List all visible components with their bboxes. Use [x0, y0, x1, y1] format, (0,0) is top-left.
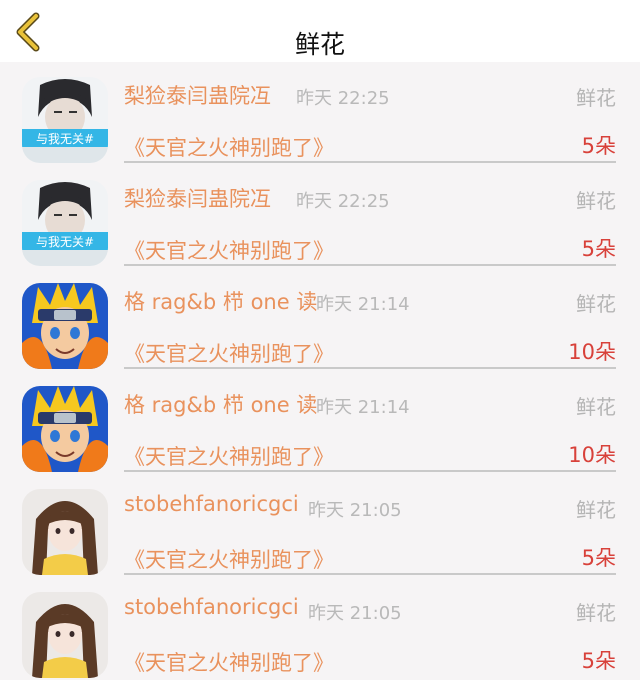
- flower-count: 5朵: [581, 134, 616, 158]
- timestamp: 昨天 21:14: [316, 397, 410, 418]
- page-title: 鲜花: [294, 30, 345, 59]
- svg-text:与我无关#: 与我无关#: [36, 132, 94, 146]
- gift-type: 鲜花: [576, 498, 616, 522]
- timestamp: 昨天 22:25: [296, 88, 390, 109]
- book-title-link[interactable]: 《天官之火神别跑了》: [124, 235, 334, 265]
- gift-type: 鲜花: [576, 292, 616, 316]
- avatar[interactable]: 与我无关#: [22, 180, 108, 266]
- list-item[interactable]: 格 rag&b 栉 one 读 昨天 21:14 鲜花 《天官之火神别跑了》 1…: [0, 371, 640, 474]
- sender-name[interactable]: 格 rag&b 栉 one 读: [124, 286, 317, 316]
- timestamp: 昨天 21:14: [316, 294, 410, 315]
- list-item[interactable]: 格 rag&b 栉 one 读 昨天 21:14 鲜花 《天官之火神别跑了》 1…: [0, 268, 640, 371]
- gift-list: 与我无关# 梨猃泰闫蛊院冱 昨天 22:25 鲜花 《天官之火神别跑了》 5朵 …: [0, 62, 640, 680]
- avatar[interactable]: [22, 489, 108, 575]
- timestamp: 昨天 21:05: [308, 603, 402, 624]
- flower-count: 10朵: [568, 443, 616, 467]
- gift-type: 鲜花: [576, 395, 616, 419]
- sender-name[interactable]: stobehfanoricgci: [124, 492, 299, 516]
- timestamp: 昨天 21:05: [308, 500, 402, 521]
- book-title-link[interactable]: 《天官之火神别跑了》: [124, 132, 334, 162]
- flower-count: 5朵: [581, 546, 616, 570]
- sender-name[interactable]: 梨猃泰闫蛊院冱: [124, 80, 271, 110]
- list-item[interactable]: stobehfanoricgci 昨天 21:05 鲜花 《天官之火神别跑了》 …: [0, 474, 640, 577]
- list-item[interactable]: 与我无关# 梨猃泰闫蛊院冱 昨天 22:25 鲜花 《天官之火神别跑了》 5朵: [0, 62, 640, 165]
- flower-count: 5朵: [581, 237, 616, 261]
- nav-bar: 鲜花: [0, 0, 640, 62]
- avatar[interactable]: 与我无关#: [22, 77, 108, 163]
- avatar[interactable]: [22, 283, 108, 369]
- gift-type: 鲜花: [576, 189, 616, 213]
- divider: [124, 470, 616, 472]
- flower-count: 10朵: [568, 340, 616, 364]
- book-title-link[interactable]: 《天官之火神别跑了》: [124, 441, 334, 471]
- svg-text:与我无关#: 与我无关#: [36, 235, 94, 249]
- gift-type: 鲜花: [576, 86, 616, 110]
- list-item[interactable]: stobehfanoricgci 昨天 21:05 鲜花 《天官之火神别跑了》 …: [0, 577, 640, 680]
- sender-name[interactable]: 梨猃泰闫蛊院冱: [124, 183, 271, 213]
- sender-name[interactable]: 格 rag&b 栉 one 读: [124, 389, 317, 419]
- sender-name[interactable]: stobehfanoricgci: [124, 595, 299, 619]
- book-title-link[interactable]: 《天官之火神别跑了》: [124, 544, 334, 574]
- avatar[interactable]: [22, 592, 108, 678]
- book-title-link[interactable]: 《天官之火神别跑了》: [124, 338, 334, 368]
- timestamp: 昨天 22:25: [296, 191, 390, 212]
- book-title-link[interactable]: 《天官之火神别跑了》: [124, 647, 334, 677]
- divider: [124, 264, 616, 266]
- divider: [124, 573, 616, 575]
- list-item[interactable]: 与我无关# 梨猃泰闫蛊院冱 昨天 22:25 鲜花 《天官之火神别跑了》 5朵: [0, 165, 640, 268]
- avatar[interactable]: [22, 386, 108, 472]
- gift-type: 鲜花: [576, 601, 616, 625]
- divider: [124, 367, 616, 369]
- divider: [124, 161, 616, 163]
